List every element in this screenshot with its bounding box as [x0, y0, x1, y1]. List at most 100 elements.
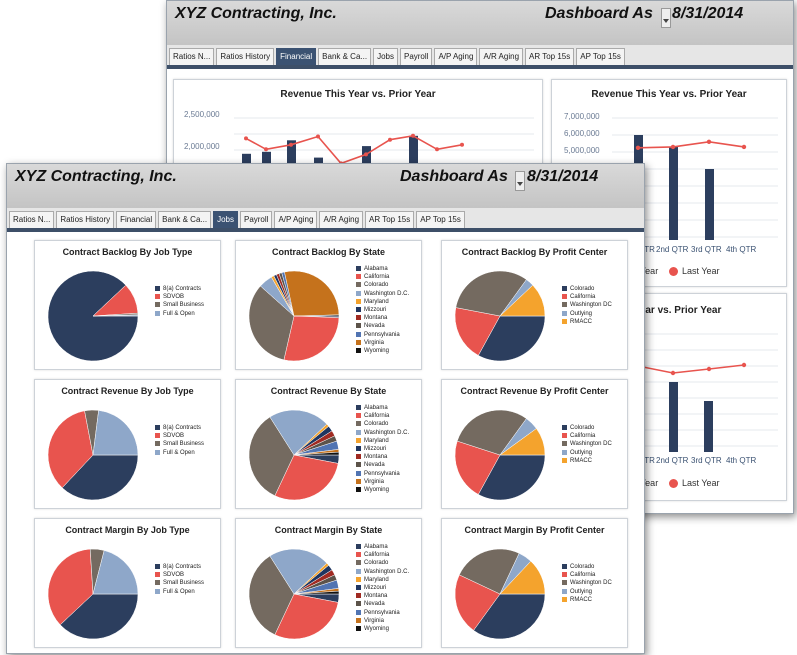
legend-label: Nevada — [364, 323, 385, 330]
last-year-point[interactable] — [741, 144, 747, 150]
pie-slice[interactable] — [92, 410, 139, 456]
tab-bank-ca[interactable]: Bank & Ca... — [158, 211, 212, 228]
legend-item: Colorado — [356, 281, 409, 289]
pie-legend: 8(a) Contracts SDVOB Small Business Full & … — [155, 285, 204, 318]
tab-ap-top-15s[interactable]: AP Top 15s — [576, 48, 625, 65]
prior-year-point[interactable] — [460, 142, 464, 147]
legend-item: Wyoming — [356, 625, 409, 633]
back-asof-label: Dashboard As — [545, 5, 653, 22]
tab-ratios-history[interactable]: Ratios History — [216, 48, 275, 65]
pie-chart-panel: Contract Margin By Job Type 8(a) Contract… — [34, 518, 221, 648]
last-year-point[interactable] — [706, 139, 712, 144]
legend-swatch — [356, 323, 361, 329]
legend-swatch — [356, 347, 361, 353]
pie-chart-title: Contract Revenue By State — [270, 386, 387, 396]
prior-year-point[interactable] — [411, 133, 415, 138]
tab-a-p-aging[interactable]: A/P Aging — [434, 48, 478, 65]
last-year-point[interactable] — [741, 362, 747, 368]
pie-chart-panel: Contract Backlog By Profit Center Colorad… — [441, 240, 628, 370]
legend-label: Montana — [364, 593, 388, 600]
legend-swatch — [562, 424, 567, 430]
legend-label: Wyoming — [364, 626, 389, 633]
prior-year-point[interactable] — [364, 152, 368, 157]
legend-label: Maryland — [364, 437, 389, 444]
prior-year-point[interactable] — [289, 142, 293, 147]
this-year-bar[interactable] — [669, 382, 678, 452]
legend-swatch — [562, 294, 567, 300]
last-year-point[interactable] — [670, 144, 676, 150]
front-tab-bar: Ratios N... Ratios History Financial Bank &… — [7, 208, 644, 232]
legend-item: Washington DC — [562, 301, 612, 309]
front-date-spinner[interactable] — [515, 171, 525, 191]
tab-jobs[interactable]: Jobs — [213, 211, 238, 228]
back-asof-date[interactable]: 8/31/2014 — [672, 5, 743, 23]
legend-swatch — [155, 441, 160, 447]
tab-financial[interactable]: Financial — [276, 48, 317, 65]
this-year-bar[interactable] — [704, 401, 713, 452]
this-year-bar[interactable] — [705, 169, 714, 240]
legend-swatch — [562, 572, 567, 578]
tab-jobs[interactable]: Jobs — [373, 48, 398, 65]
legend-swatch — [356, 601, 361, 607]
prior-year-point[interactable] — [435, 147, 439, 152]
legend-label: Maryland — [364, 576, 389, 583]
tab-a-r-aging[interactable]: A/R Aging — [319, 211, 364, 228]
back-xtick: 2nd QTR — [656, 456, 689, 465]
legend-swatch — [155, 588, 160, 594]
tab-financial[interactable]: Financial — [116, 211, 157, 228]
tab-bank-ca[interactable]: Bank & Ca... — [318, 48, 372, 65]
front-asof-date[interactable]: 8/31/2014 — [527, 168, 598, 186]
this-year-bar[interactable] — [669, 146, 678, 240]
legend-swatch — [356, 265, 361, 271]
pie-chart — [454, 270, 546, 362]
legend-item: Mizzouri — [356, 306, 409, 314]
tab-payroll[interactable]: Payroll — [239, 211, 273, 228]
tab-a-r-aging[interactable]: A/R Aging — [479, 48, 524, 65]
legend-label: California — [570, 433, 596, 440]
legend-swatch — [356, 462, 361, 468]
legend-label: Outlying — [570, 449, 593, 456]
legend-swatch — [356, 437, 361, 443]
pie-slice[interactable] — [284, 270, 340, 317]
last-year-point[interactable] — [706, 366, 712, 372]
prior-year-point[interactable] — [264, 147, 268, 152]
tab-ratios-history[interactable]: Ratios History — [56, 211, 115, 228]
pie-chart — [248, 548, 340, 640]
tab-ar-top-15s[interactable]: AR Top 15s — [525, 48, 575, 65]
legend-label: California — [364, 413, 390, 420]
legend-label: Small Business — [163, 441, 205, 448]
legend-swatch — [356, 331, 361, 337]
prior-year-point[interactable] — [316, 134, 320, 139]
legend-swatch — [155, 302, 160, 308]
back-xtick: 4th QTR — [726, 456, 757, 465]
prior-year-point[interactable] — [244, 136, 248, 141]
legend-swatch — [356, 568, 361, 574]
pie-chart-panel: Contract Backlog By Job Type 8(a) Contrac… — [34, 240, 221, 370]
legend-label: Alabama — [364, 544, 388, 550]
legend-swatch — [562, 441, 567, 447]
tab-ar-top-15s[interactable]: AR Top 15s — [365, 211, 415, 228]
pie-legend: Colorado California Washington DC Outlying R… — [562, 563, 612, 604]
legend-swatch — [356, 470, 361, 476]
legend-swatch — [562, 580, 567, 586]
legend-item: Nevada — [356, 600, 409, 608]
tab-ratios-n[interactable]: Ratios N... — [9, 211, 55, 228]
legend-item: RMACC — [562, 457, 612, 465]
legend-label: California — [570, 572, 596, 579]
legend-item: Maryland — [356, 298, 409, 306]
tab-ap-top-15s[interactable]: AP Top 15s — [416, 211, 465, 228]
tab-a-p-aging[interactable]: A/P Aging — [274, 211, 318, 228]
legend-label: Colorado — [364, 560, 389, 567]
legend-item: Virginia — [356, 339, 409, 347]
tab-ratios-n[interactable]: Ratios N... — [169, 48, 215, 65]
tab-payroll[interactable]: Payroll — [399, 48, 433, 65]
last-year-point[interactable] — [635, 145, 641, 150]
legend-label: Washington D.C. — [364, 290, 410, 297]
last-year-point[interactable] — [670, 370, 676, 376]
legend-label: RMACC — [570, 318, 592, 325]
legend-swatch — [562, 449, 567, 455]
back-date-spinner[interactable] — [661, 8, 671, 28]
prior-year-point[interactable] — [388, 137, 392, 142]
pie-legend: 8(a) Contracts SDVOB Small Business Full & … — [155, 563, 204, 596]
legend-swatch — [562, 302, 567, 308]
